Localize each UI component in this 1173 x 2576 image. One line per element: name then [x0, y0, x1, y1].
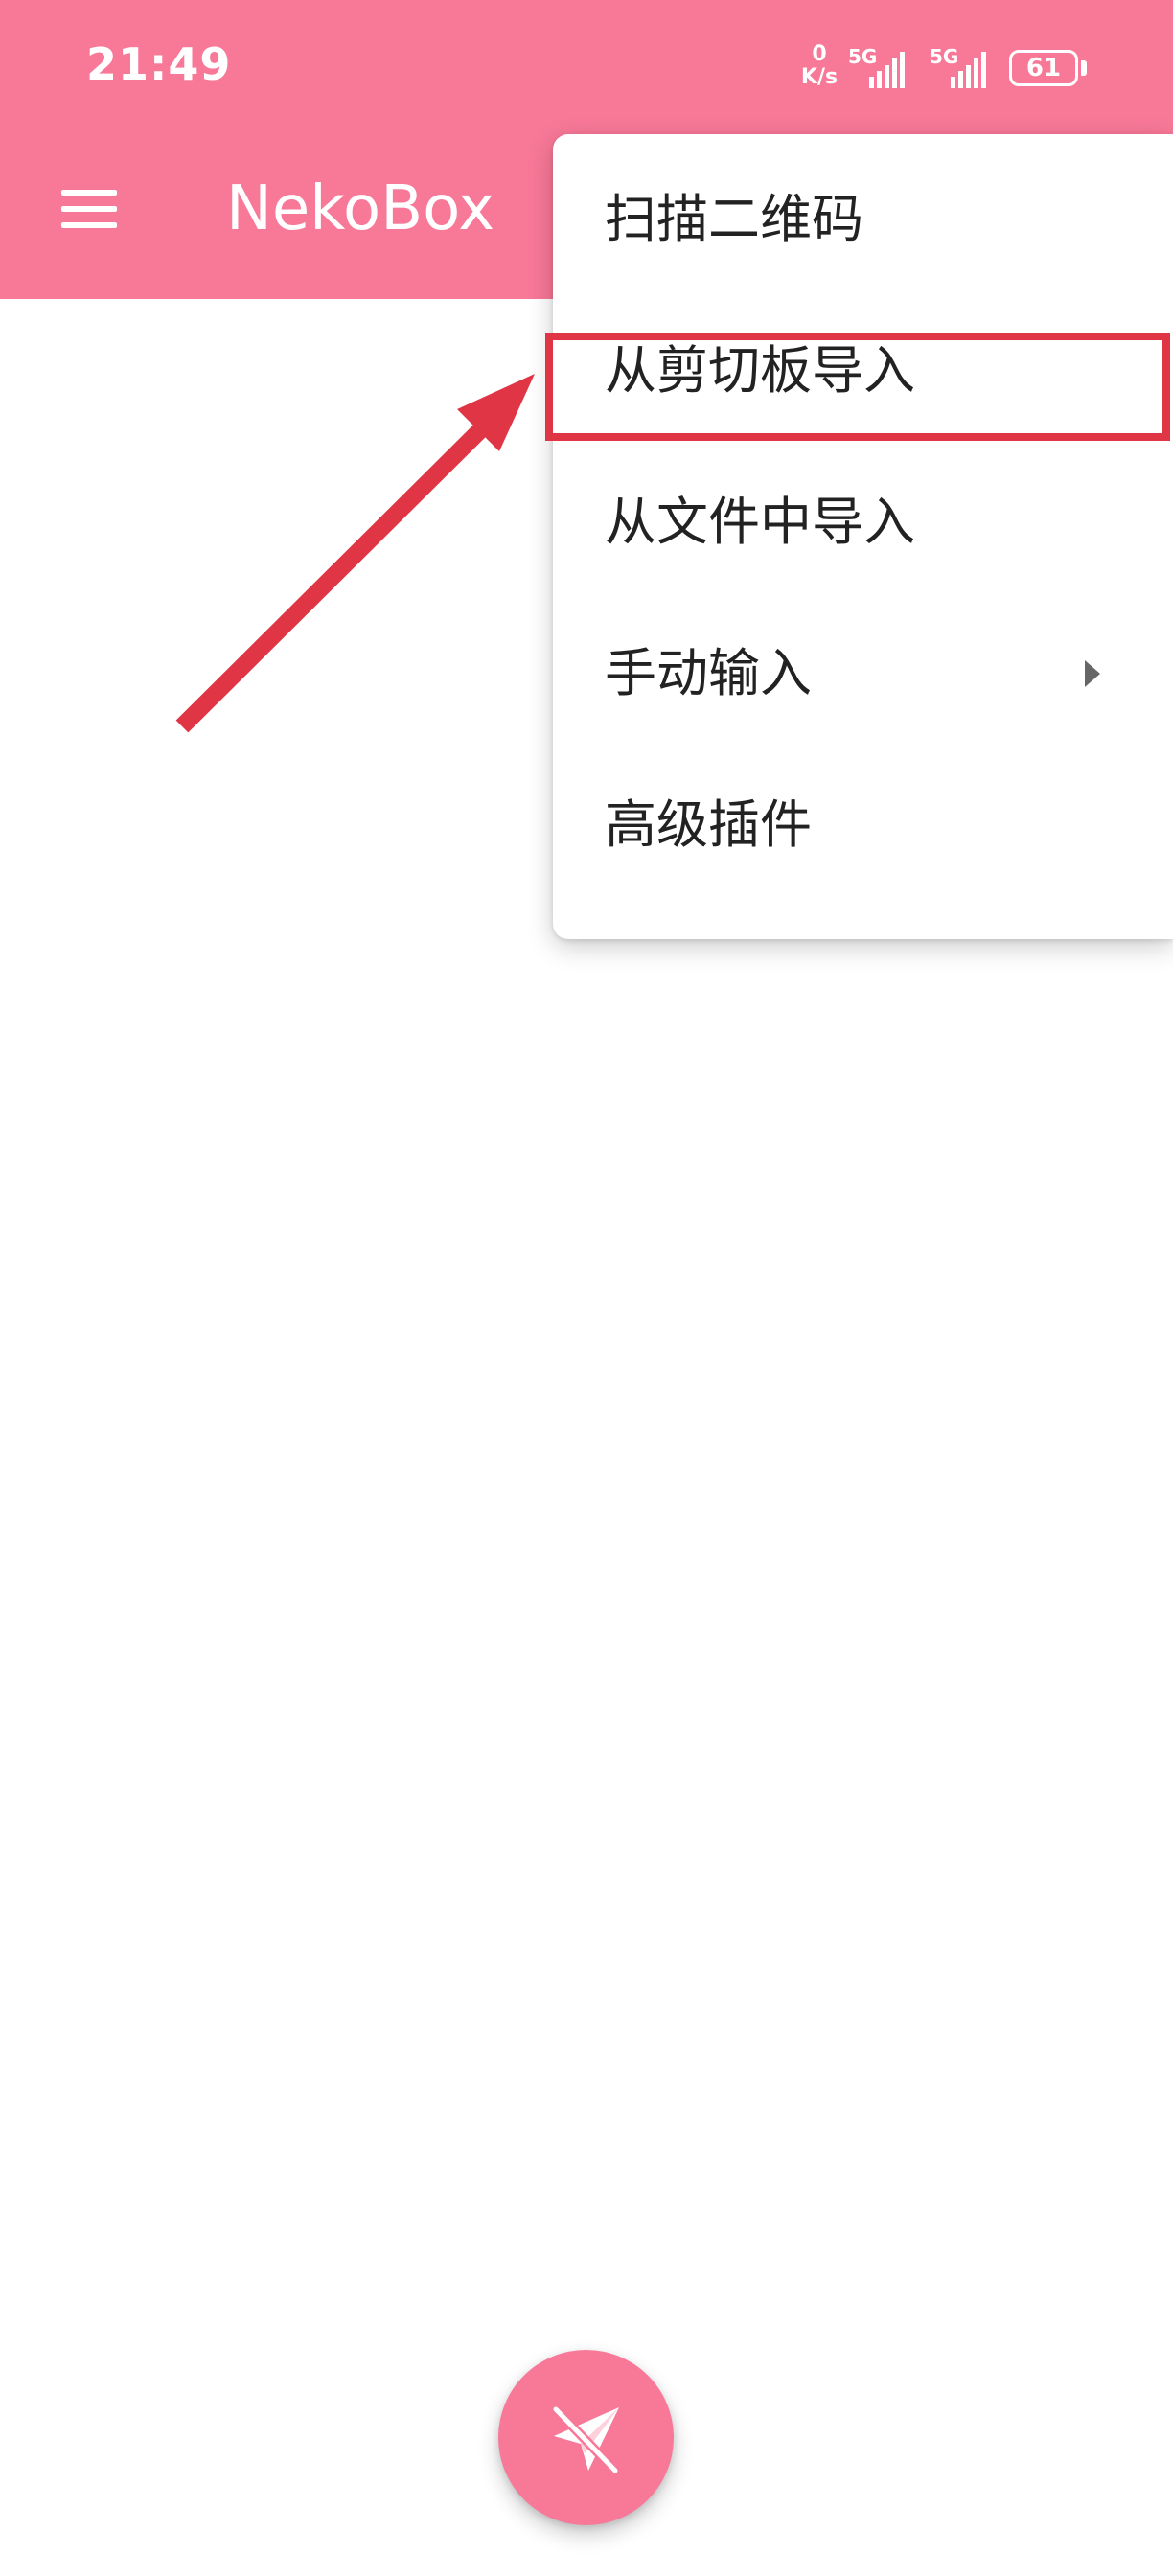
menu-item-label: 从剪切板导入 [605, 340, 915, 401]
menu-item-import-clipboard[interactable]: 从剪切板导入 [553, 295, 1173, 447]
status-bar: 21:49 0 K/s 5G 5G 61 [0, 0, 1173, 139]
signal-bars-icon [951, 52, 986, 88]
hamburger-menu-button[interactable] [56, 180, 123, 238]
menu-item-manual-input[interactable]: 手动输入 [553, 598, 1173, 749]
network-speed: 0 K/s [798, 43, 840, 89]
add-profile-popup-menu: 扫描二维码 从剪切板导入 从文件中导入 手动输入 高级插件 [553, 134, 1173, 939]
menu-item-import-file[interactable]: 从文件中导入 [553, 447, 1173, 598]
menu-item-label: 从文件中导入 [605, 492, 915, 552]
app-title: NekoBox [226, 173, 495, 244]
network-speed-value: 0 [812, 42, 827, 66]
battery-level: 61 [1025, 54, 1062, 82]
sim1-signal: 5G [848, 46, 915, 88]
submenu-arrow-icon [1085, 660, 1100, 687]
battery-icon: 61 [1009, 50, 1078, 86]
signal-bars-icon [869, 52, 905, 88]
battery-tip [1081, 60, 1087, 76]
menu-item-label: 高级插件 [605, 794, 812, 855]
menu-item-label: 手动输入 [605, 643, 812, 703]
menu-item-scan-qr[interactable]: 扫描二维码 [553, 144, 1173, 295]
sim2-signal: 5G [930, 46, 997, 88]
hamburger-menu-icon [61, 190, 117, 228]
menu-item-advanced-plugins[interactable]: 高级插件 [553, 749, 1173, 901]
status-time: 21:49 [86, 38, 232, 90]
connect-fab-button[interactable] [498, 2350, 674, 2525]
screen: 21:49 0 K/s 5G 5G 61 NekoBox 扫描二维码 从剪切板导… [0, 0, 1173, 2576]
paper-plane-off-icon [550, 2404, 620, 2475]
menu-item-label: 扫描二维码 [605, 189, 863, 249]
network-speed-unit: K/s [800, 65, 839, 89]
